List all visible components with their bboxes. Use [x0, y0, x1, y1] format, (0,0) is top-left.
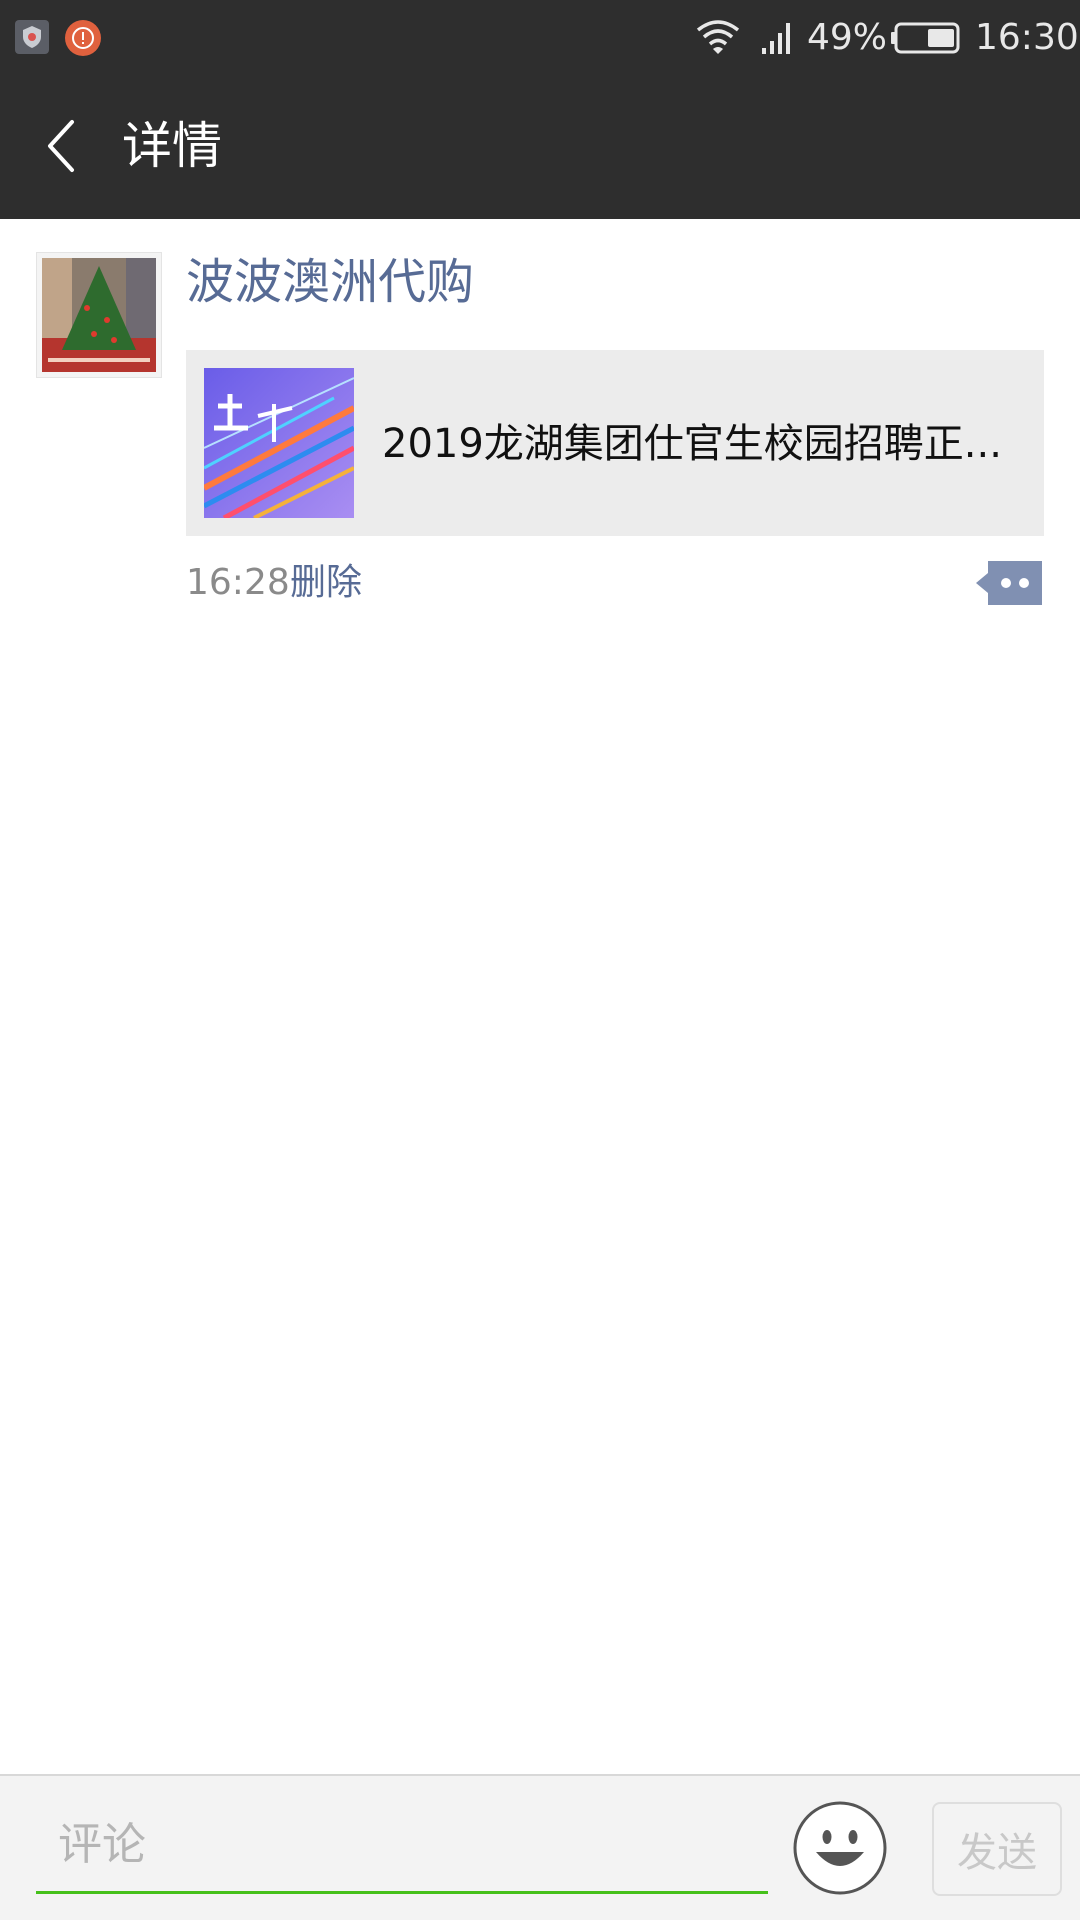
comment-dots-icon[interactable]: [976, 558, 1044, 608]
post-time: 16:28: [186, 562, 290, 603]
shared-link-card[interactable]: 2019龙湖集团仕官生校园招聘正...: [186, 350, 1044, 536]
status-time: 16:30: [975, 17, 1079, 58]
author-name[interactable]: 波波澳洲代购: [186, 252, 474, 312]
battery-icon: [891, 22, 960, 54]
status-bar: 49% 16:30: [0, 0, 1080, 76]
avatar[interactable]: [36, 252, 162, 378]
comment-bar: 发送: [0, 1774, 1080, 1920]
nav-bar: 详情: [0, 76, 1080, 219]
alert-icon: [65, 20, 101, 56]
battery-percent: 49%: [807, 17, 888, 58]
comment-input[interactable]: [36, 1798, 768, 1894]
delete-button[interactable]: 删除: [290, 558, 362, 608]
shield-icon: [15, 20, 49, 54]
chevron-left-icon: [48, 120, 74, 172]
signal-icon: [762, 23, 790, 54]
smiley-icon[interactable]: [792, 1800, 888, 1896]
back-button[interactable]: [30, 106, 110, 186]
send-button[interactable]: 发送: [932, 1802, 1062, 1896]
wifi-icon: [696, 20, 740, 54]
page-title: 详情: [122, 117, 222, 175]
link-thumbnail: [204, 368, 354, 518]
link-title: 2019龙湖集团仕官生校园招聘正...: [382, 421, 1002, 467]
